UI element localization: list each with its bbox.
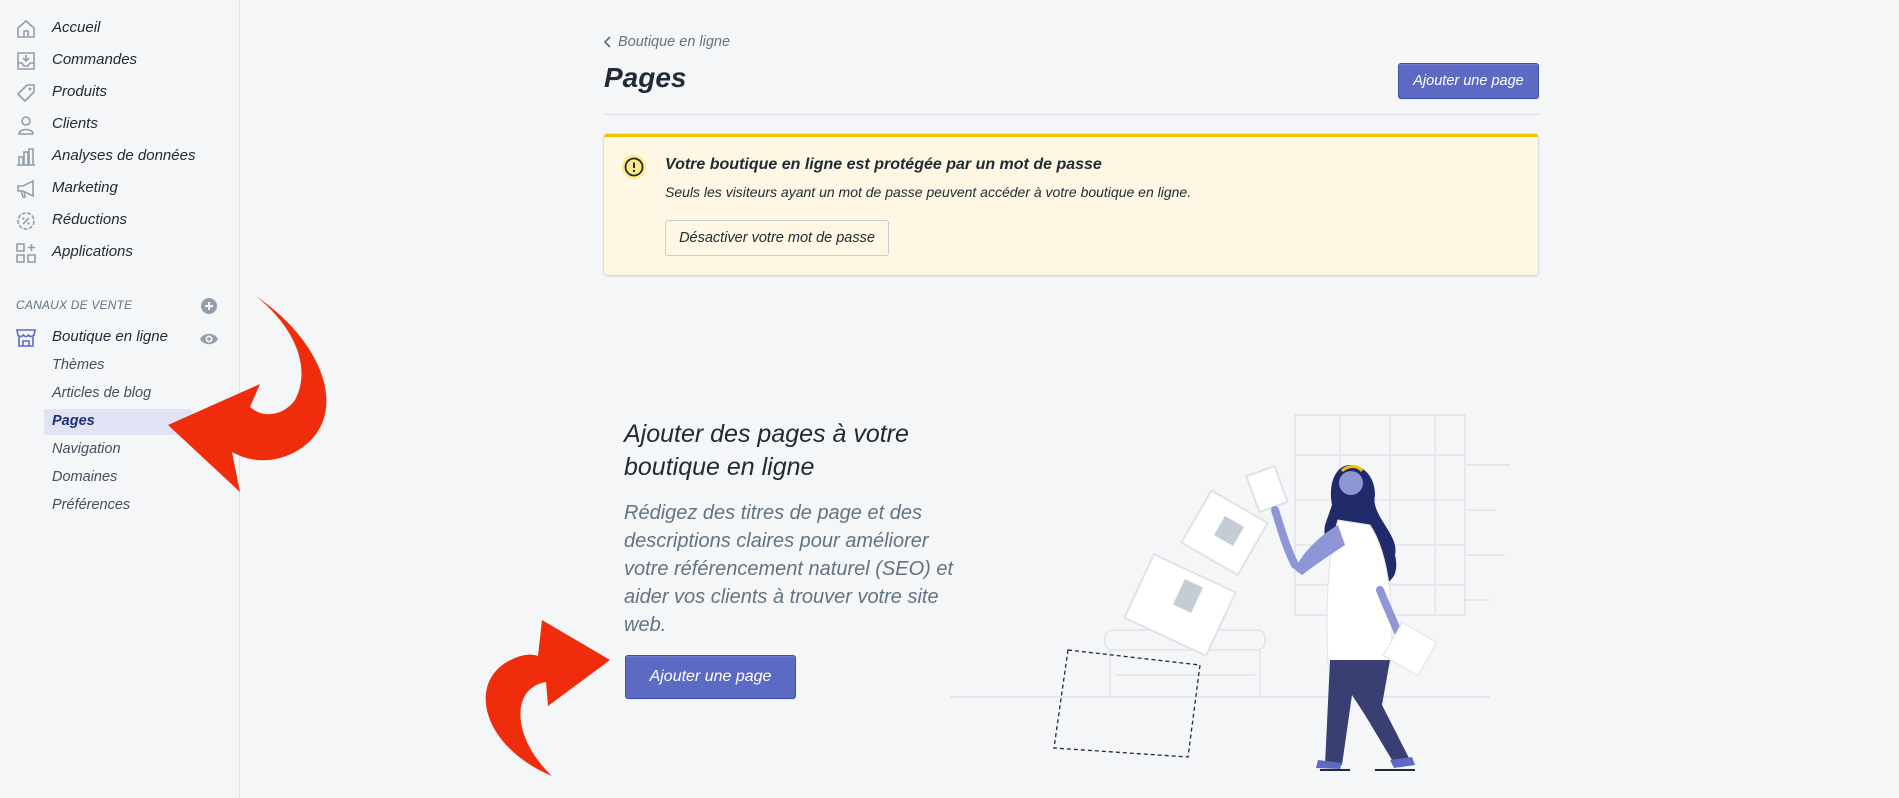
password-warning-banner: Votre boutique en ligne est protégée par… [604,134,1538,275]
empty-state-add-page-button[interactable]: Ajouter une page [625,655,796,699]
breadcrumb-label: Boutique en ligne [618,34,731,50]
breadcrumb[interactable]: Boutique en ligne [604,34,730,50]
orders-icon [17,52,35,70]
sidebar-item-label: Commandes [52,51,138,68]
empty-state-description: Rédigez des titres de page et des descri… [624,502,954,636]
disable-password-button[interactable]: Désactiver votre mot de passe [665,220,889,256]
store-icon [16,329,36,347]
sidebar-item-commandes[interactable]: Commandes [0,44,239,76]
tag-icon [16,84,35,103]
sidebar-item-label: Analyses de données [52,147,196,164]
sidebar-item-accueil[interactable]: Accueil [0,12,239,44]
empty-state-heading: Ajouter des pages à votre boutique en li… [624,420,909,481]
apps-icon [16,243,36,263]
analytics-icon [17,148,35,166]
sidebar-item-label: Boutique en ligne [52,328,168,345]
sidebar-item-marketing[interactable]: Marketing [0,172,239,204]
sidebar-subitem-preferences[interactable]: Préférences [44,493,192,519]
sidebar-item-clients[interactable]: Clients [0,108,239,140]
sidebar-subitem-label: Navigation [52,441,121,457]
sidebar-item-label: Réductions [52,211,128,228]
sidebar-subitem-label: Préférences [52,497,131,513]
sidebar-subitem-label: Pages [52,413,95,429]
sidebar-item-label: Applications [52,243,133,260]
annotation-arrow-sidebar [168,296,327,492]
header-divider [604,114,1540,115]
sidebar-item-label: Marketing [52,179,118,196]
empty-state-illustration [950,414,1510,771]
sidebar-item-analyses[interactable]: Analyses de données [0,140,239,172]
banner-text: Seuls les visiteurs ayant un mot de pass… [665,184,1192,200]
banner-title: Votre boutique en ligne est protégée par… [665,156,1102,173]
megaphone-icon [17,179,34,198]
sidebar-item-label: Accueil [52,19,101,36]
add-page-button[interactable]: Ajouter une page [1398,63,1539,99]
sidebar-item-applications[interactable]: Applications [0,236,239,268]
page-title: Pages [604,62,687,93]
sidebar-item-label: Clients [52,115,98,132]
sidebar-item-label: Produits [52,83,108,100]
sidebar-subitem-label: Articles de blog [52,385,152,401]
discount-icon [17,212,35,230]
chevron-left-icon [604,36,611,48]
sidebar-item-reductions[interactable]: Réductions [0,204,239,236]
sales-channels-title: CANAUX DE VENTE [16,298,133,312]
sidebar-subitem-label: Domaines [52,469,118,485]
sidebar-subitem-label: Thèmes [52,357,105,373]
warning-icon [622,155,646,179]
person-icon [18,116,34,135]
sidebar-item-produits[interactable]: Produits [0,76,239,108]
annotation-arrow-button [485,620,610,776]
home-icon [17,19,35,38]
